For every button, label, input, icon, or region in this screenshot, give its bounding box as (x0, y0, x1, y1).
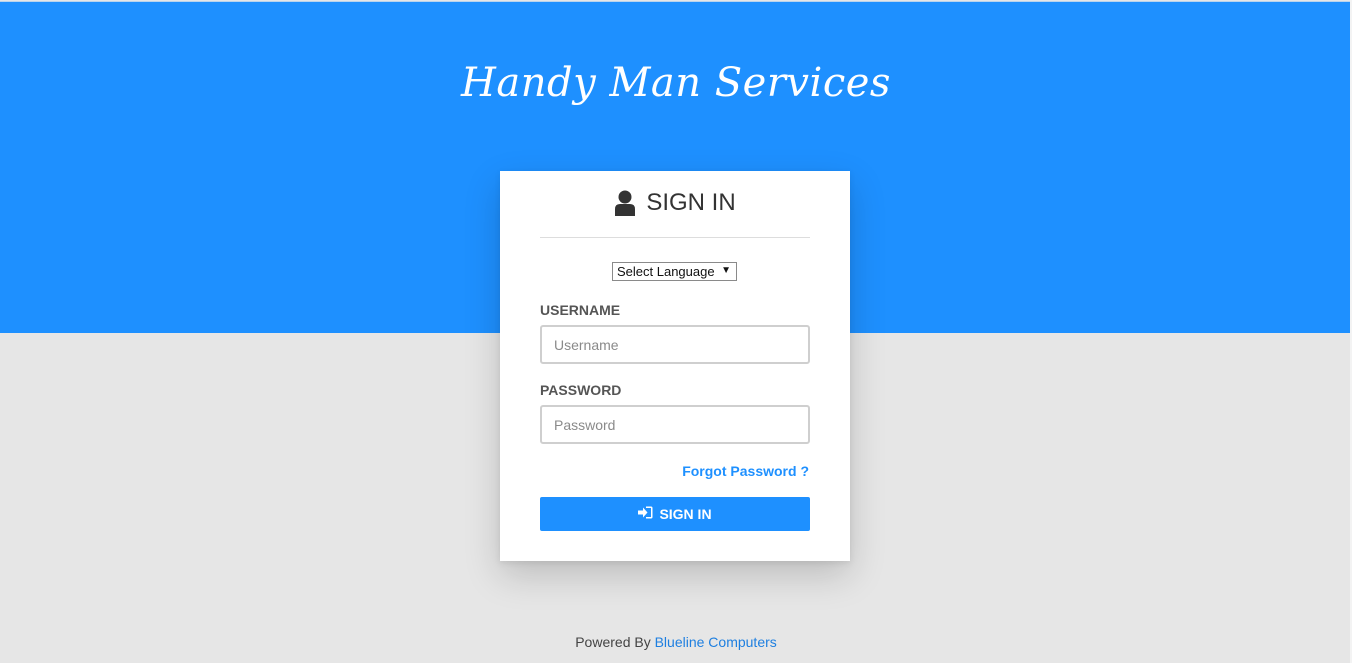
heading-divider (540, 237, 810, 238)
footer-company-link[interactable]: Blueline Computers (655, 634, 777, 650)
language-select-value: Select Language (617, 264, 715, 279)
login-heading: SIGN IN (500, 189, 850, 217)
brand-title: Handy Man Services (461, 60, 891, 106)
dropdown-arrow-icon: ▼ (721, 265, 731, 276)
footer: Powered By Blueline Computers (0, 634, 1352, 650)
password-label: PASSWORD (540, 382, 622, 398)
forgot-password-link[interactable]: Forgot Password ? (682, 463, 809, 479)
username-label: USERNAME (540, 302, 621, 318)
login-card: SIGN IN Select Language ▼ USERNAME PASSW… (500, 171, 850, 561)
password-input[interactable] (540, 405, 810, 444)
sign-in-icon (638, 506, 653, 522)
sign-in-button-label: SIGN IN (659, 506, 712, 522)
sign-in-button[interactable]: SIGN IN (540, 497, 810, 531)
footer-prefix: Powered By (575, 634, 651, 650)
language-select[interactable]: Select Language ▼ (612, 262, 737, 281)
login-heading-text: SIGN IN (646, 189, 736, 216)
username-input[interactable] (540, 325, 810, 364)
user-icon (614, 190, 636, 216)
